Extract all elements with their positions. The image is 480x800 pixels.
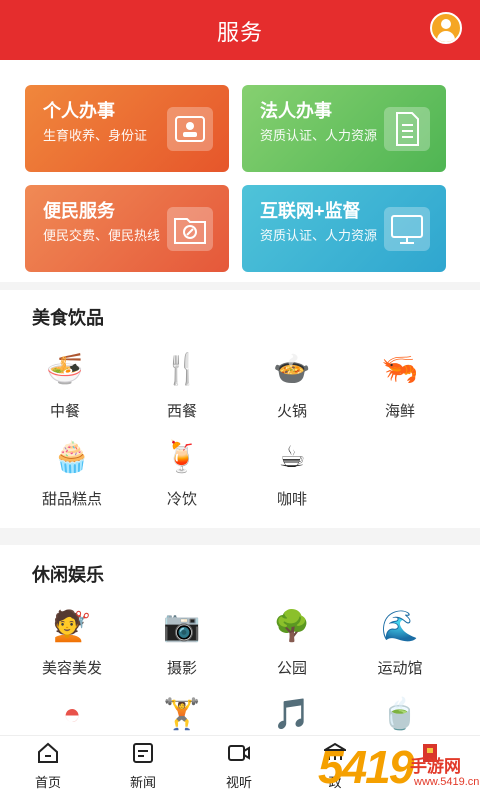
shrimp-icon: 🦐: [381, 353, 419, 386]
video-icon: [228, 745, 250, 761]
home-icon: [38, 742, 58, 763]
cold-drink-icon: 🍹: [163, 441, 201, 474]
category-label: 公园: [276, 660, 307, 677]
category-label: 海鲜: [384, 403, 415, 420]
page-title: 服务: [216, 20, 263, 45]
tab-news[interactable]: 新闻: [113, 742, 173, 794]
section-title: 美食饮品: [32, 308, 104, 328]
category-label: 咖啡: [276, 491, 307, 508]
document-icon: [384, 107, 430, 151]
service-cards: 个人办事 生育收养、身份证 法人办事 资质认证、人力资源 便民服务 便民交费、便…: [0, 60, 480, 282]
card-title: 互联网+监督: [260, 201, 361, 221]
card-internet-supervision[interactable]: 互联网+监督 资质认证、人力资源: [242, 185, 446, 272]
wave-icon: 🌊: [381, 610, 419, 643]
site-watermark: 5419 手游网 www.5419.cn: [318, 740, 480, 800]
card-subtitle: 生育收养、身份证: [43, 128, 148, 143]
hotpot-icon: 🍲: [273, 353, 311, 386]
tab-home[interactable]: 首页: [18, 742, 78, 794]
card-legal-affairs[interactable]: 法人办事 资质认证、人力资源: [242, 85, 446, 172]
app-header: 服务: [0, 0, 480, 60]
card-subtitle: 资质认证、人力资源: [260, 228, 378, 243]
cake-icon: 🧁: [53, 441, 91, 474]
watermark-number: 5419: [318, 741, 414, 793]
camera-icon: 📷: [163, 610, 201, 643]
category-label: 中餐: [49, 403, 80, 420]
partial-red-dome-icon: ◓: [62, 698, 82, 731]
card-personal-affairs[interactable]: 个人办事 生育收养、身份证: [25, 85, 229, 172]
id-card-icon: [167, 107, 213, 151]
category-label: 运动馆: [377, 660, 423, 677]
user-avatar-icon[interactable]: [430, 12, 462, 44]
dumbbell-icon: 🏋: [163, 698, 201, 731]
compass-folder-icon: [167, 207, 213, 251]
category-label: 甜品糕点: [41, 491, 102, 508]
tea-cup-icon: 🍵: [381, 698, 419, 731]
card-title: 便民服务: [43, 201, 115, 221]
food-section: 美食饮品 🍜 中餐 🍴 西餐 🍲 火锅 🦐 海鲜 🧁 甜品糕点 🍹 冷饮 ☕ 咖…: [0, 290, 480, 528]
tab-video[interactable]: 视听: [209, 742, 269, 794]
tab-label: 视听: [225, 775, 252, 790]
card-public-service[interactable]: 便民服务 便民交费、便民热线: [25, 185, 229, 272]
category-label: 火锅: [276, 403, 307, 420]
category-label: 摄影: [166, 660, 197, 677]
category-label: 西餐: [166, 403, 197, 420]
tab-label: 新闻: [129, 775, 156, 790]
watermark-url: www.5419.cn: [414, 776, 480, 788]
tree-icon: 🌳: [273, 610, 311, 643]
card-title: 法人办事: [260, 101, 332, 121]
category-label: 美容美发: [41, 660, 102, 677]
coffee-icon: ☕: [278, 441, 306, 474]
watermark-text: 手游网: [410, 757, 461, 776]
card-subtitle: 便民交费、便民热线: [43, 228, 161, 243]
beauty-icon: 💇: [53, 610, 91, 643]
monitor-icon: [384, 207, 430, 251]
noodle-bowl-icon: 🍜: [46, 353, 84, 386]
section-title: 休闲娱乐: [32, 565, 104, 585]
news-icon: [133, 743, 153, 763]
fork-knife-icon: 🍴: [163, 353, 201, 386]
card-title: 个人办事: [43, 101, 115, 121]
card-subtitle: 资质认证、人力资源: [260, 128, 378, 143]
leisure-section: 休闲娱乐 💇 美容美发 📷 摄影 🌳 公园 🌊 运动馆 ◓ 🏋 🎵 🍵: [0, 545, 480, 735]
category-label: 冷饮: [166, 491, 197, 508]
music-note-icon: 🎵: [273, 698, 311, 731]
tab-label: 首页: [34, 775, 61, 790]
